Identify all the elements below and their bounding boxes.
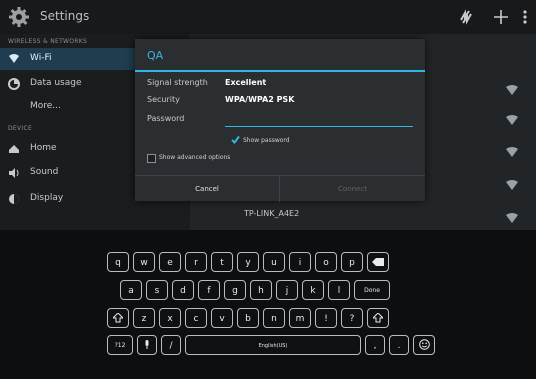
advanced-options-label: Show advanced options xyxy=(159,154,231,161)
backspace-icon xyxy=(372,257,384,266)
show-password-label: Show password xyxy=(243,137,290,144)
advanced-options-checkbox[interactable] xyxy=(147,154,156,163)
key-t[interactable]: t xyxy=(211,252,233,272)
soft-keyboard: q w e r t y u i o p a s d f g h j k l Do… xyxy=(0,230,536,379)
overflow-menu-icon[interactable] xyxy=(518,6,532,28)
key-l[interactable]: l xyxy=(328,280,350,300)
key-r[interactable]: r xyxy=(185,252,207,272)
dialog-title-divider xyxy=(135,70,425,72)
wifi-signal-icon[interactable] xyxy=(505,212,519,224)
sync-icon[interactable] xyxy=(455,6,477,28)
show-password-checkbox[interactable] xyxy=(231,135,240,144)
symbols-key[interactable]: ?12 xyxy=(107,335,133,355)
action-bar: Settings xyxy=(0,0,536,35)
key-exclamation[interactable]: ! xyxy=(315,308,337,328)
key-s[interactable]: s xyxy=(146,280,168,300)
page-title: Settings xyxy=(40,9,90,23)
password-label: Password xyxy=(147,114,185,123)
wifi-connect-dialog: QA Signal strength Excellent Security WP… xyxy=(135,39,425,202)
key-u[interactable]: u xyxy=(263,252,285,272)
key-j[interactable]: j xyxy=(276,280,298,300)
sidebar-item-label: Display xyxy=(30,193,64,203)
key-period[interactable]: . xyxy=(389,335,409,355)
data-usage-icon xyxy=(8,78,20,90)
key-c[interactable]: c xyxy=(185,308,207,328)
shift-icon xyxy=(111,311,125,322)
signal-strength-label: Signal strength xyxy=(147,78,208,87)
wifi-signal-icon[interactable] xyxy=(505,179,519,191)
key-p[interactable]: p xyxy=(341,252,363,272)
key-v[interactable]: v xyxy=(211,308,233,328)
signal-strength-value: Excellent xyxy=(225,78,267,87)
cancel-button[interactable]: Cancel xyxy=(135,176,279,202)
key-b[interactable]: b xyxy=(237,308,259,328)
key-a[interactable]: a xyxy=(120,280,142,300)
key-f[interactable]: f xyxy=(198,280,220,300)
key-d[interactable]: d xyxy=(172,280,194,300)
wifi-signal-icon[interactable] xyxy=(505,146,519,158)
key-y[interactable]: y xyxy=(237,252,259,272)
emoji-icon xyxy=(418,339,430,350)
sidebar-item-label: Home xyxy=(30,143,57,153)
sidebar-item-label: Data usage xyxy=(30,78,82,88)
key-h[interactable]: h xyxy=(250,280,272,300)
password-field[interactable] xyxy=(225,110,413,127)
microphone-icon xyxy=(145,340,149,349)
shift-key-right[interactable] xyxy=(367,308,389,328)
emoji-key[interactable] xyxy=(413,335,435,355)
key-m[interactable]: m xyxy=(289,308,311,328)
connect-button[interactable]: Connect xyxy=(280,176,425,202)
key-n[interactable]: n xyxy=(263,308,285,328)
key-z[interactable]: z xyxy=(133,308,155,328)
backspace-key[interactable] xyxy=(367,252,389,272)
display-icon xyxy=(9,194,19,204)
wifi-signal-icon[interactable] xyxy=(505,84,519,96)
key-q[interactable]: q xyxy=(107,252,129,272)
done-key[interactable]: Done xyxy=(354,280,390,300)
sidebar-item-label: Wi-Fi xyxy=(30,53,52,63)
security-label: Security xyxy=(147,95,180,104)
wifi-icon xyxy=(9,54,19,63)
sidebar-item-label: Sound xyxy=(30,167,59,177)
security-value: WPA/WPA2 PSK xyxy=(225,95,295,104)
key-question[interactable]: ? xyxy=(341,308,363,328)
speaker-icon xyxy=(9,168,19,178)
key-o[interactable]: o xyxy=(315,252,337,272)
home-icon xyxy=(9,145,19,153)
key-g[interactable]: g xyxy=(224,280,246,300)
key-comma[interactable]: , xyxy=(365,335,385,355)
section-header-device: DEVICE xyxy=(8,125,33,132)
dialog-title: QA xyxy=(147,49,164,62)
shift-icon xyxy=(371,311,385,322)
sidebar-item-label: More... xyxy=(30,101,61,111)
key-i[interactable]: i xyxy=(289,252,311,272)
wifi-signal-icon[interactable] xyxy=(505,114,519,126)
space-key[interactable]: English(US) xyxy=(185,335,361,355)
key-x[interactable]: x xyxy=(159,308,181,328)
mic-key[interactable] xyxy=(137,335,157,355)
dialog-button-bar: Cancel Connect xyxy=(135,175,425,202)
key-slash[interactable]: / xyxy=(161,335,181,355)
add-icon[interactable] xyxy=(490,6,512,28)
shift-key-left[interactable] xyxy=(107,308,129,328)
key-w[interactable]: w xyxy=(133,252,155,272)
network-name[interactable]: TP-LINK_A4E2 xyxy=(244,209,299,218)
key-k[interactable]: k xyxy=(302,280,324,300)
key-e[interactable]: e xyxy=(159,252,181,272)
section-header-wireless: WIRELESS & NETWORKS xyxy=(8,38,88,45)
settings-gear-icon[interactable] xyxy=(8,6,30,28)
